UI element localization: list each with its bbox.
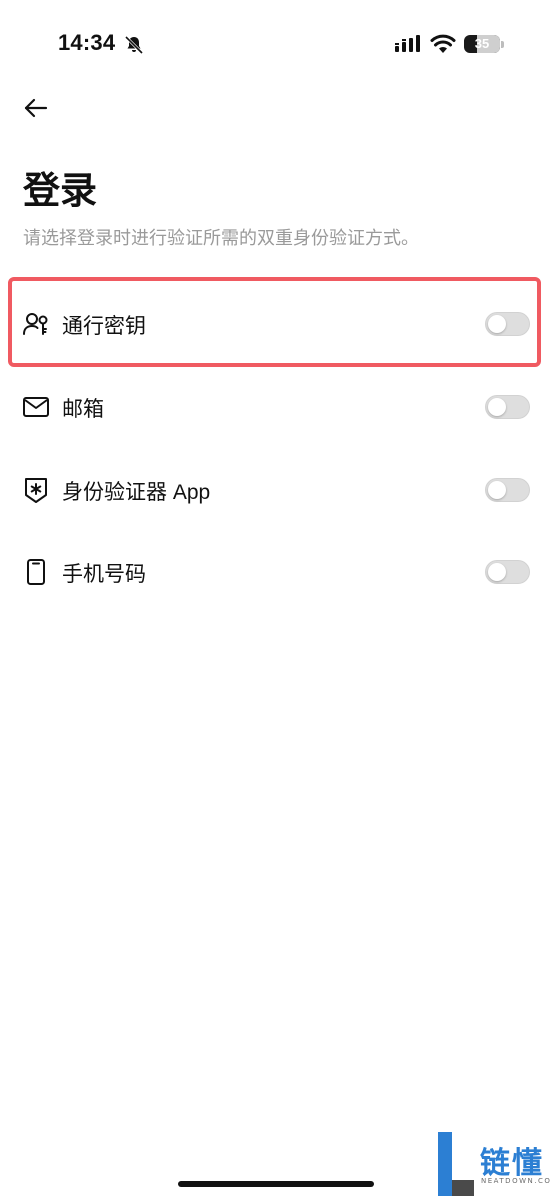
home-indicator[interactable] <box>178 1181 374 1187</box>
toggle-knob <box>488 563 506 581</box>
watermark-text: 链懂 <box>480 1147 544 1180</box>
toggle-knob <box>488 481 506 499</box>
arrow-left-icon <box>24 98 48 118</box>
option-row-phone[interactable]: 手机号码 <box>0 536 551 606</box>
option-row-authenticator[interactable]: 身份验证器 App <box>0 454 551 524</box>
back-button[interactable] <box>18 92 54 124</box>
toggle-knob <box>488 315 506 333</box>
toggle-authenticator[interactable] <box>485 478 530 502</box>
toggle-knob <box>488 398 506 416</box>
bell-muted-icon <box>124 35 144 55</box>
status-time: 14:34 <box>58 30 116 55</box>
mail-icon <box>23 397 49 417</box>
authenticator-icon <box>25 478 47 503</box>
option-label-passkey: 通行密钥 <box>62 315 146 338</box>
toggle-phone[interactable] <box>485 560 530 584</box>
page-title: 登录 <box>23 170 97 211</box>
option-row-passkey[interactable]: 通行密钥 <box>0 288 551 358</box>
phone-icon <box>27 559 45 585</box>
wifi-icon <box>430 34 456 53</box>
option-label-email: 邮箱 <box>62 398 104 421</box>
watermark-sub: NEATDOWN.COM <box>481 1177 551 1185</box>
battery-cap <box>501 41 504 48</box>
option-row-email[interactable]: 邮箱 <box>0 371 551 441</box>
watermark-logo <box>438 1132 474 1196</box>
battery-percent: 35 <box>474 36 490 51</box>
option-label-authenticator: 身份验证器 App <box>62 481 211 504</box>
passkey-icon <box>23 313 48 335</box>
option-label-phone: 手机号码 <box>62 563 146 586</box>
toggle-passkey[interactable] <box>485 312 530 336</box>
page-subtitle: 请选择登录时进行验证所需的双重身份验证方式。 <box>23 228 419 248</box>
battery-icon: 35 <box>464 35 500 53</box>
toggle-email[interactable] <box>485 395 530 419</box>
signal-icon <box>395 35 420 52</box>
status-bar: 14:34 35 <box>0 0 551 90</box>
